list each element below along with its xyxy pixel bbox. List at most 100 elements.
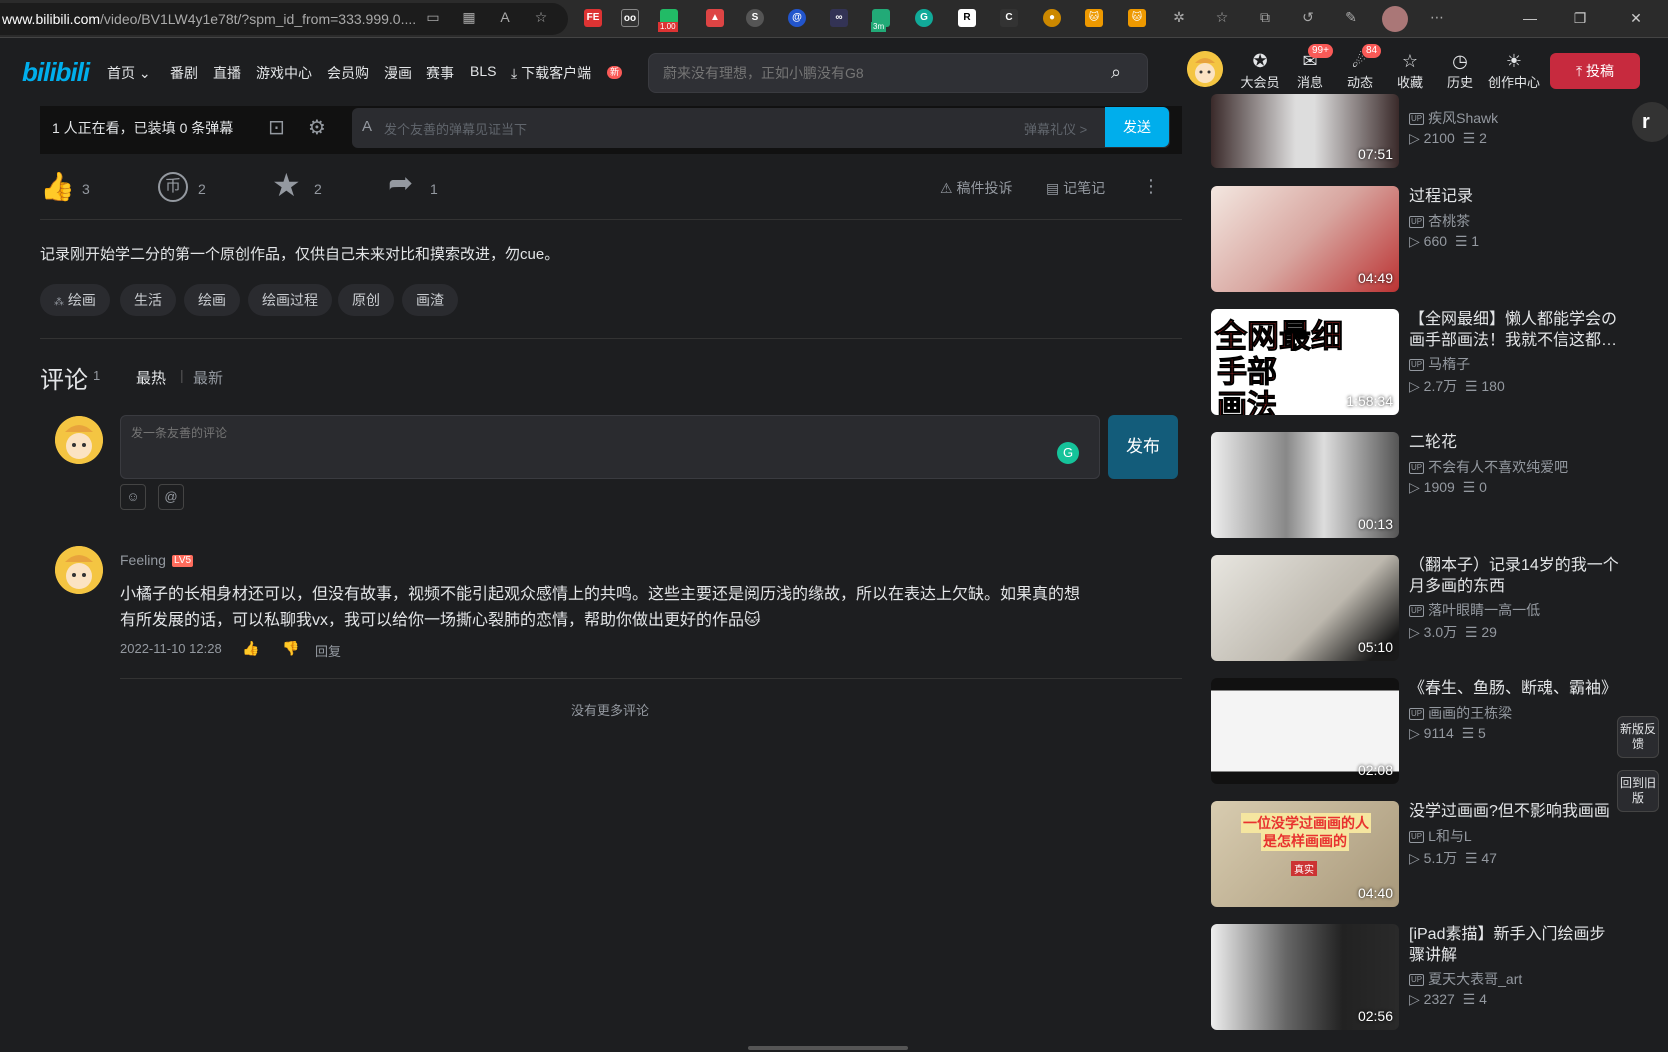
video-thumbnail[interactable]: 02:56 <box>1211 924 1399 1030</box>
nav-home[interactable]: 首页 ⌄ <box>107 63 151 83</box>
comment-publish-button[interactable]: 发布 <box>1108 415 1178 479</box>
nav-manga[interactable]: 漫画 <box>384 63 412 83</box>
extension-goggles-icon[interactable]: oo <box>621 9 639 27</box>
video-title[interactable]: 【全网最细】懒人都能学会の画手部画法！我就不信这都… <box>1409 309 1619 351</box>
video-title[interactable]: 没学过画画?但不影响我画画 <box>1409 801 1619 822</box>
favorite-star-icon[interactable]: ☆ <box>532 8 550 26</box>
related-video-card[interactable]: 00:13 二轮花 UP 不会有人不喜欢纯爱吧 ▷ 1909 ☰ 0 <box>1211 432 1591 540</box>
text-style-icon[interactable]: A <box>362 118 372 135</box>
tag-item[interactable]: 画渣 <box>402 284 458 316</box>
tag-item[interactable]: 绘画过程 <box>248 284 332 316</box>
nav-events[interactable]: 赛事 <box>426 63 454 83</box>
address-bar[interactable]: www.bilibili.com/video/BV1LW4y1e78t/?spm… <box>0 3 568 35</box>
video-thumbnail[interactable]: 05:10 <box>1211 555 1399 661</box>
search-icon[interactable]: ⌕ <box>1111 62 1121 83</box>
video-thumbnail[interactable]: 一位没学过画画的人 是怎样画画的 真实 04:40 <box>1211 801 1399 907</box>
uploader-name[interactable]: 不会有人不喜欢纯爱吧 <box>1428 459 1568 475</box>
coin-icon[interactable]: 币 <box>158 172 188 202</box>
search-input[interactable] <box>663 54 1103 92</box>
comment-dislike-icon[interactable]: 👎 <box>282 640 299 657</box>
extension-at-icon[interactable]: @ <box>788 9 806 27</box>
extension-ci-icon[interactable]: C <box>1000 9 1018 27</box>
more-vertical-icon[interactable]: ⋮ <box>1142 176 1160 197</box>
bilibili-logo[interactable]: bilibili <box>22 57 90 88</box>
uploader-name[interactable]: 画画的王栋梁 <box>1428 705 1512 721</box>
grammarly-icon[interactable]: G <box>1057 442 1079 464</box>
extension-glasses-icon[interactable]: ∞ <box>830 9 848 27</box>
related-video-card[interactable]: 02:56 [iPad素描】新手入门绘画步骤讲解 UP 夏天大表哥_art ▷ 2… <box>1211 924 1605 1032</box>
danmaku-send-button[interactable]: 发送 <box>1105 107 1169 147</box>
related-video-card[interactable]: 一位没学过画画的人 是怎样画画的 真实 04:40 没学过画画?但不影响我画画 … <box>1211 801 1610 909</box>
uploader-name[interactable]: 夏天大表哥_art <box>1428 971 1522 987</box>
uploader-name[interactable]: 疾风Shawk <box>1428 110 1498 126</box>
collections-icon[interactable]: ⧉ <box>1256 8 1274 26</box>
restore-icon[interactable]: ❐ <box>1570 8 1590 28</box>
related-video-card[interactable]: 04:49 过程记录 UP 杏桃茶 ▷ 660 ☰ 1 <box>1211 186 1591 294</box>
share-button[interactable]: ➦ <box>388 166 413 201</box>
favorites-icon[interactable]: ☆ <box>1213 8 1231 26</box>
video-thumbnail[interactable]: 04:49 <box>1211 186 1399 292</box>
video-title[interactable]: 二轮花 <box>1409 432 1619 453</box>
comment-reply-button[interactable]: 回复 <box>315 641 341 660</box>
sort-new-tab[interactable]: 最新 <box>193 367 223 388</box>
tag-item[interactable]: 生活 <box>120 284 176 316</box>
performance-icon[interactable]: ✎ <box>1342 8 1360 26</box>
app-grid-icon[interactable]: ▦ <box>460 8 478 26</box>
extension-image-icon[interactable]: ▲ <box>706 9 724 27</box>
comment-like-icon[interactable]: 👍 <box>242 640 259 657</box>
favorite-button[interactable]: ★ <box>272 166 301 204</box>
video-title[interactable]: 《春生、鱼肠、断魂、霸袖》 <box>1409 678 1619 699</box>
danmaku-settings-icon[interactable]: ⚙ <box>308 115 326 140</box>
nav-bls[interactable]: BLS <box>470 63 496 79</box>
like-button[interactable]: 👍 <box>40 170 75 203</box>
header-favorites[interactable]: ☆ 收藏 <box>1386 50 1434 91</box>
uploader-name[interactable]: 马楕子 <box>1428 356 1470 372</box>
device-icon[interactable]: ▭ <box>424 8 442 26</box>
extension-circle-icon[interactable]: ● <box>1043 9 1061 27</box>
uploader-name[interactable]: 落叶眼睛一高一低 <box>1428 602 1540 618</box>
related-video-card[interactable]: 02:08 《春生、鱼肠、断魂、霸袖》 UP 画画的王栋梁 ▷ 9114 ☰ 5 <box>1211 678 1617 786</box>
user-avatar[interactable] <box>1187 51 1223 87</box>
commenter-avatar[interactable] <box>55 546 103 594</box>
extension-cat2-icon[interactable]: 🐱 <box>1128 9 1146 27</box>
extension-r-icon[interactable]: R <box>958 9 976 27</box>
nav-shop[interactable]: 会员购 <box>327 63 369 83</box>
profile-avatar[interactable] <box>1382 6 1408 32</box>
close-icon[interactable]: ✕ <box>1626 8 1646 28</box>
nav-download-client[interactable]: ⤓ 下载客户端 <box>511 63 591 83</box>
extension-grammarly-icon[interactable]: G <box>915 9 933 27</box>
related-video-card[interactable]: 05:10 （翻本子）记录14岁的我一个月多画的东西 UP 落叶眼睛一高一低 ▷ … <box>1211 555 1619 663</box>
emoji-button[interactable]: ☺ <box>120 484 146 510</box>
feedback-button[interactable]: 新版反馈 <box>1617 716 1659 758</box>
danmaku-input[interactable]: 发个友善的弹幕见证当下 <box>384 119 527 138</box>
extension-fe-icon[interactable]: FE <box>584 9 602 27</box>
tag-item[interactable]: 原创 <box>338 284 394 316</box>
floating-r-icon[interactable]: r <box>1632 102 1668 142</box>
uploader-name[interactable]: 杏桃茶 <box>1428 213 1470 229</box>
danmaku-etiquette-link[interactable]: 弹幕礼仪 > <box>1024 119 1087 138</box>
extension-cat-icon[interactable]: 🐱 <box>1085 9 1103 27</box>
video-thumbnail[interactable]: 02:08 <box>1211 678 1399 784</box>
related-video-card[interactable]: 全网最细 手部 画法 1:58:34 【全网最细】懒人都能学会の画手部画法！我就… <box>1211 309 1617 417</box>
more-menu-icon[interactable]: ⋯ <box>1428 8 1446 26</box>
header-vip[interactable]: ✪ 大会员 <box>1236 50 1284 91</box>
horizontal-scrollbar[interactable] <box>748 1046 908 1050</box>
extension-s-icon[interactable]: S <box>746 9 764 27</box>
nav-game-center[interactable]: 游戏中心 <box>256 63 312 83</box>
minimize-icon[interactable]: — <box>1520 8 1540 28</box>
tag-item[interactable]: 绘画 <box>184 284 240 316</box>
video-title[interactable]: （翻本子）记录14岁的我一个月多画的东西 <box>1409 555 1619 597</box>
comment-input[interactable] <box>131 424 1031 470</box>
danmaku-toggle-icon[interactable]: ⊡ <box>268 115 285 140</box>
tag-channel[interactable]: ⁂ 绘画 <box>40 284 110 316</box>
history-icon[interactable]: ↺ <box>1299 8 1317 26</box>
notes-button[interactable]: ▤ 记笔记 <box>1046 178 1105 198</box>
video-title[interactable]: 过程记录 <box>1409 186 1619 207</box>
comment-username[interactable]: Feeling <box>120 552 166 568</box>
read-aloud-icon[interactable]: A <box>496 8 514 26</box>
report-button[interactable]: ⚠ 稿件投诉 <box>940 178 1012 198</box>
video-thumbnail[interactable]: 00:13 <box>1211 432 1399 538</box>
video-title[interactable]: [iPad素描】新手入门绘画步骤讲解 <box>1409 924 1619 966</box>
nav-live[interactable]: 直播 <box>213 63 241 83</box>
video-thumbnail[interactable]: 全网最细 手部 画法 1:58:34 <box>1211 309 1399 415</box>
